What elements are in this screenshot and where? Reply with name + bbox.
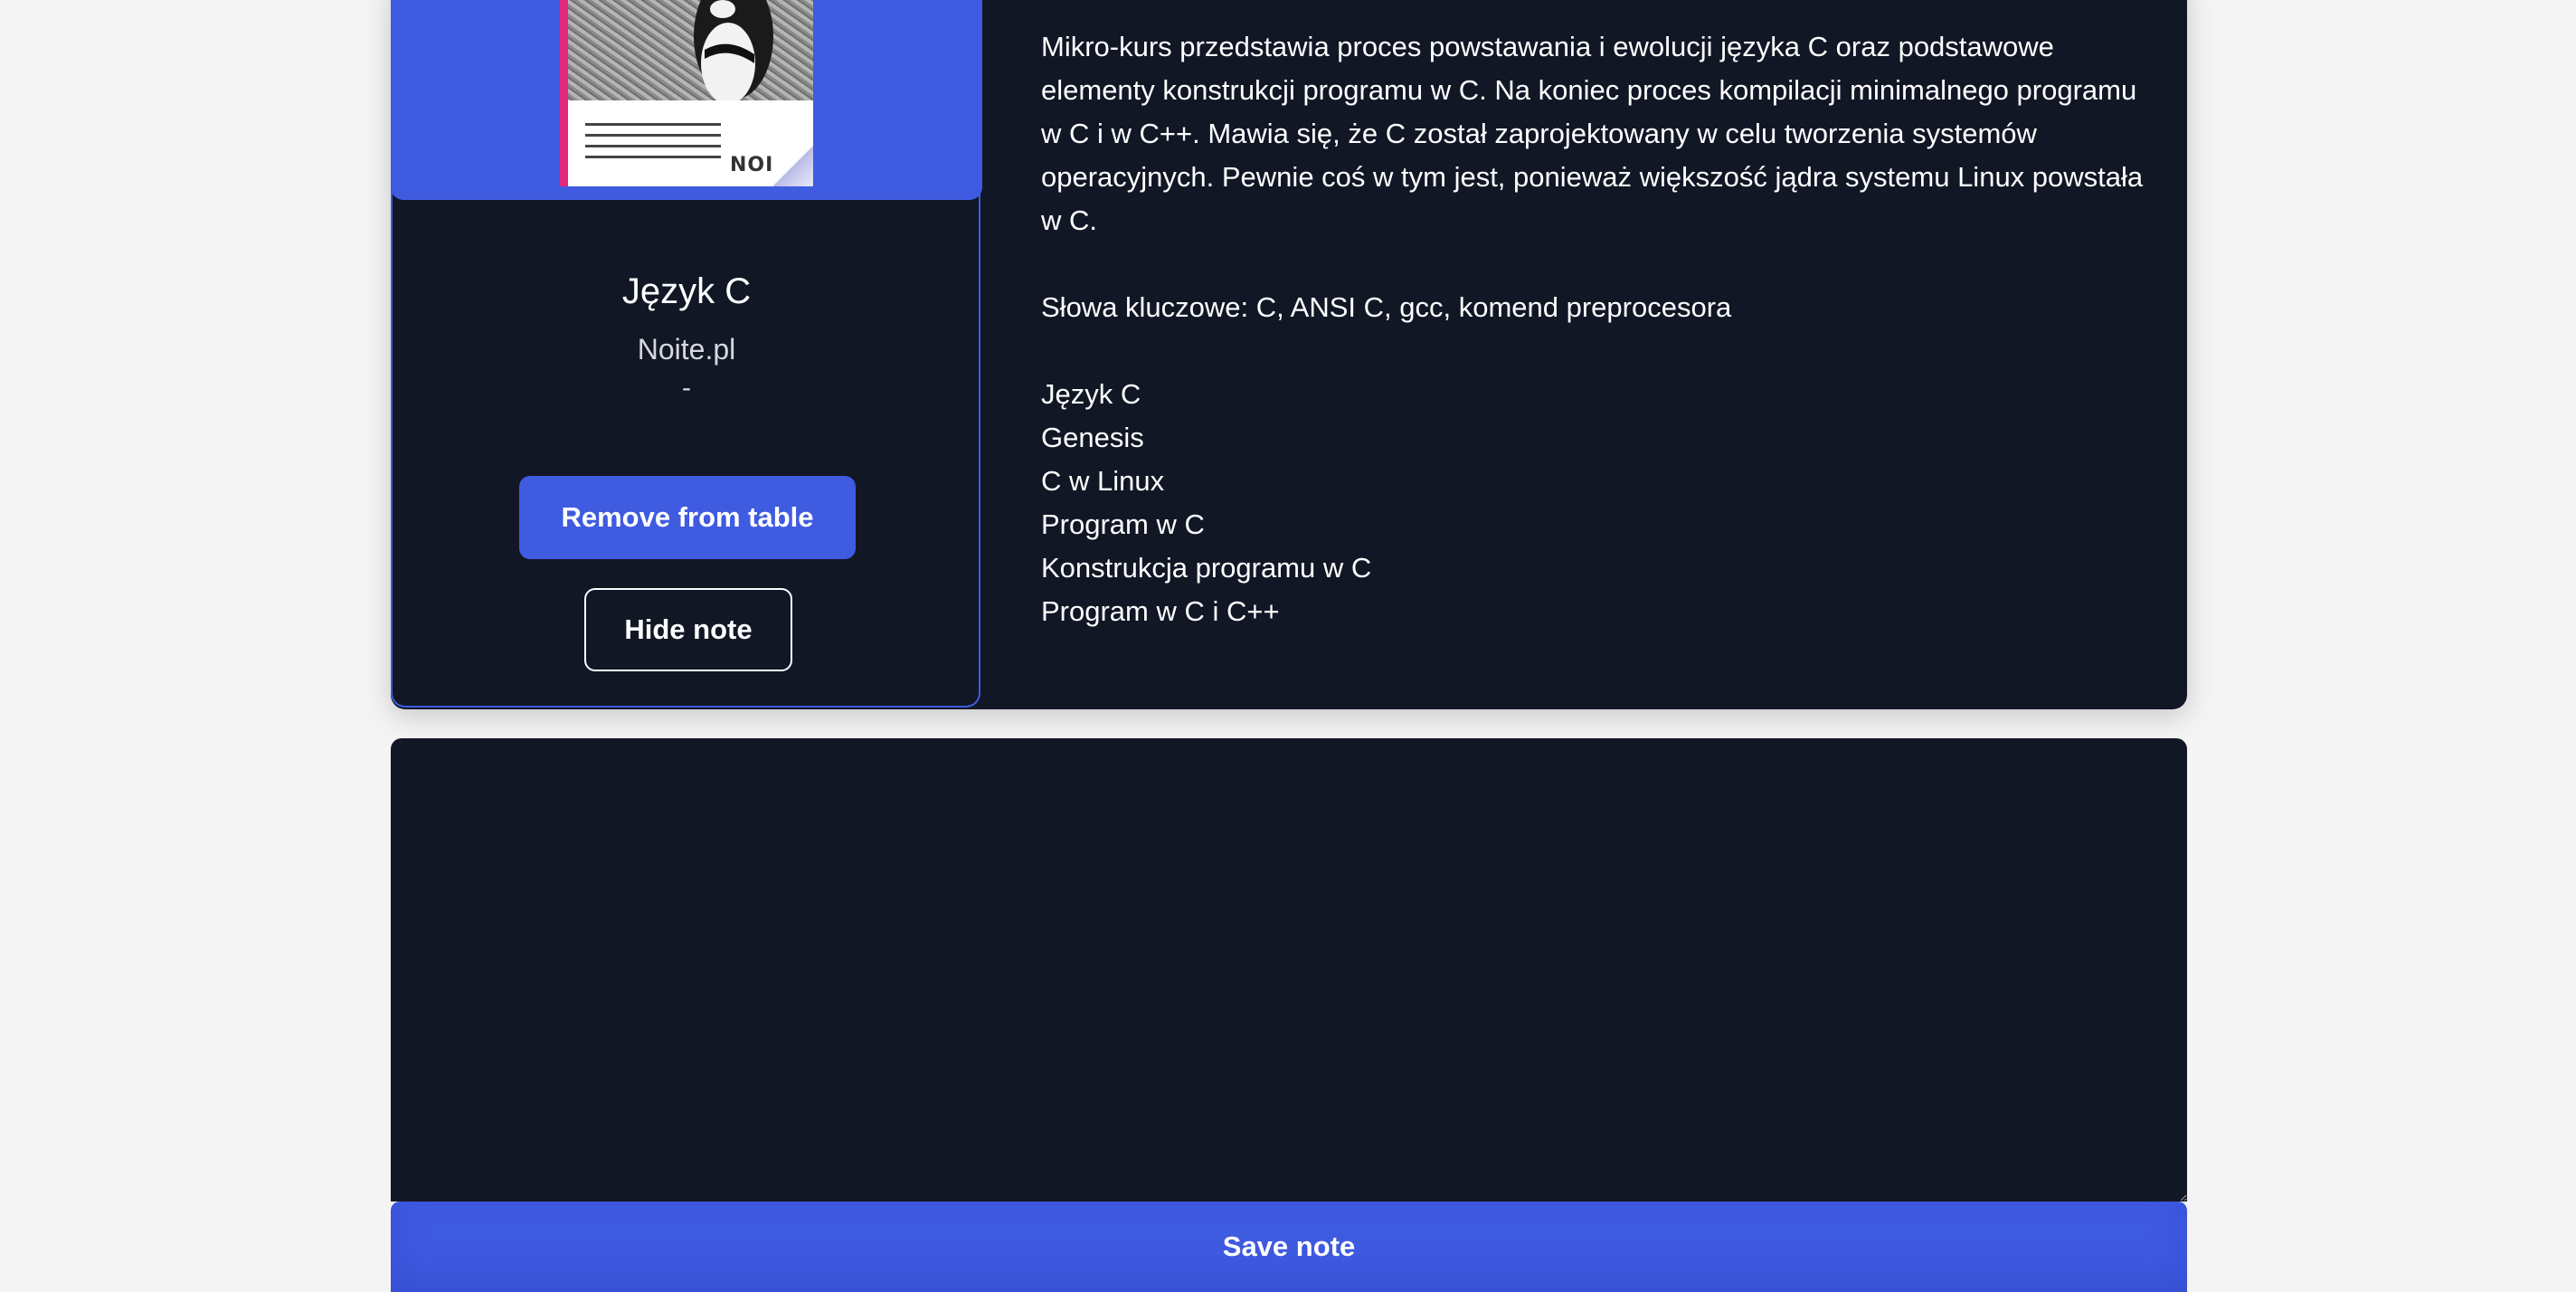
cover-area: NOIT [391,0,982,200]
chapter-item: Konstrukcja programu w C [1041,552,1372,584]
chapter-item: C w Linux [1041,465,1165,497]
book-info-panel: NOIT Język C Noite.pl - Remove from tabl… [391,0,982,708]
hide-note-button[interactable]: Hide note [584,588,792,671]
chapter-list: Język C Genesis C w Linux Program w C Ko… [1041,373,2154,633]
note-textarea[interactable] [391,738,2187,1202]
chapter-item: Program w C i C++ [1041,595,1280,627]
book-title: Język C [621,271,752,311]
book-extra-info: - [682,373,691,403]
page-curl-icon [773,147,813,186]
chapter-item: Język C [1041,378,1141,410]
book-card: NOIT Język C Noite.pl - Remove from tabl… [391,0,2187,709]
book-cover-image: NOIT [560,0,813,186]
cover-bullet-lines [585,123,721,166]
save-note-button[interactable]: Save note [391,1202,2187,1292]
description-keywords: Słowa kluczowe: C, ANSI C, gcc, komend p… [1041,291,1732,323]
book-author: Noite.pl [637,333,736,366]
chapter-item: Genesis [1041,422,1144,453]
description-summary: Mikro-kurs przedstawia proces powstawani… [1041,31,2144,236]
book-description: Mikro-kurs przedstawia proces powstawani… [1041,25,2154,633]
chapter-item: Program w C [1041,508,1205,540]
cover-accent-strip [560,0,568,186]
penguin-illustration [694,0,773,100]
remove-from-table-button[interactable]: Remove from table [519,476,856,559]
